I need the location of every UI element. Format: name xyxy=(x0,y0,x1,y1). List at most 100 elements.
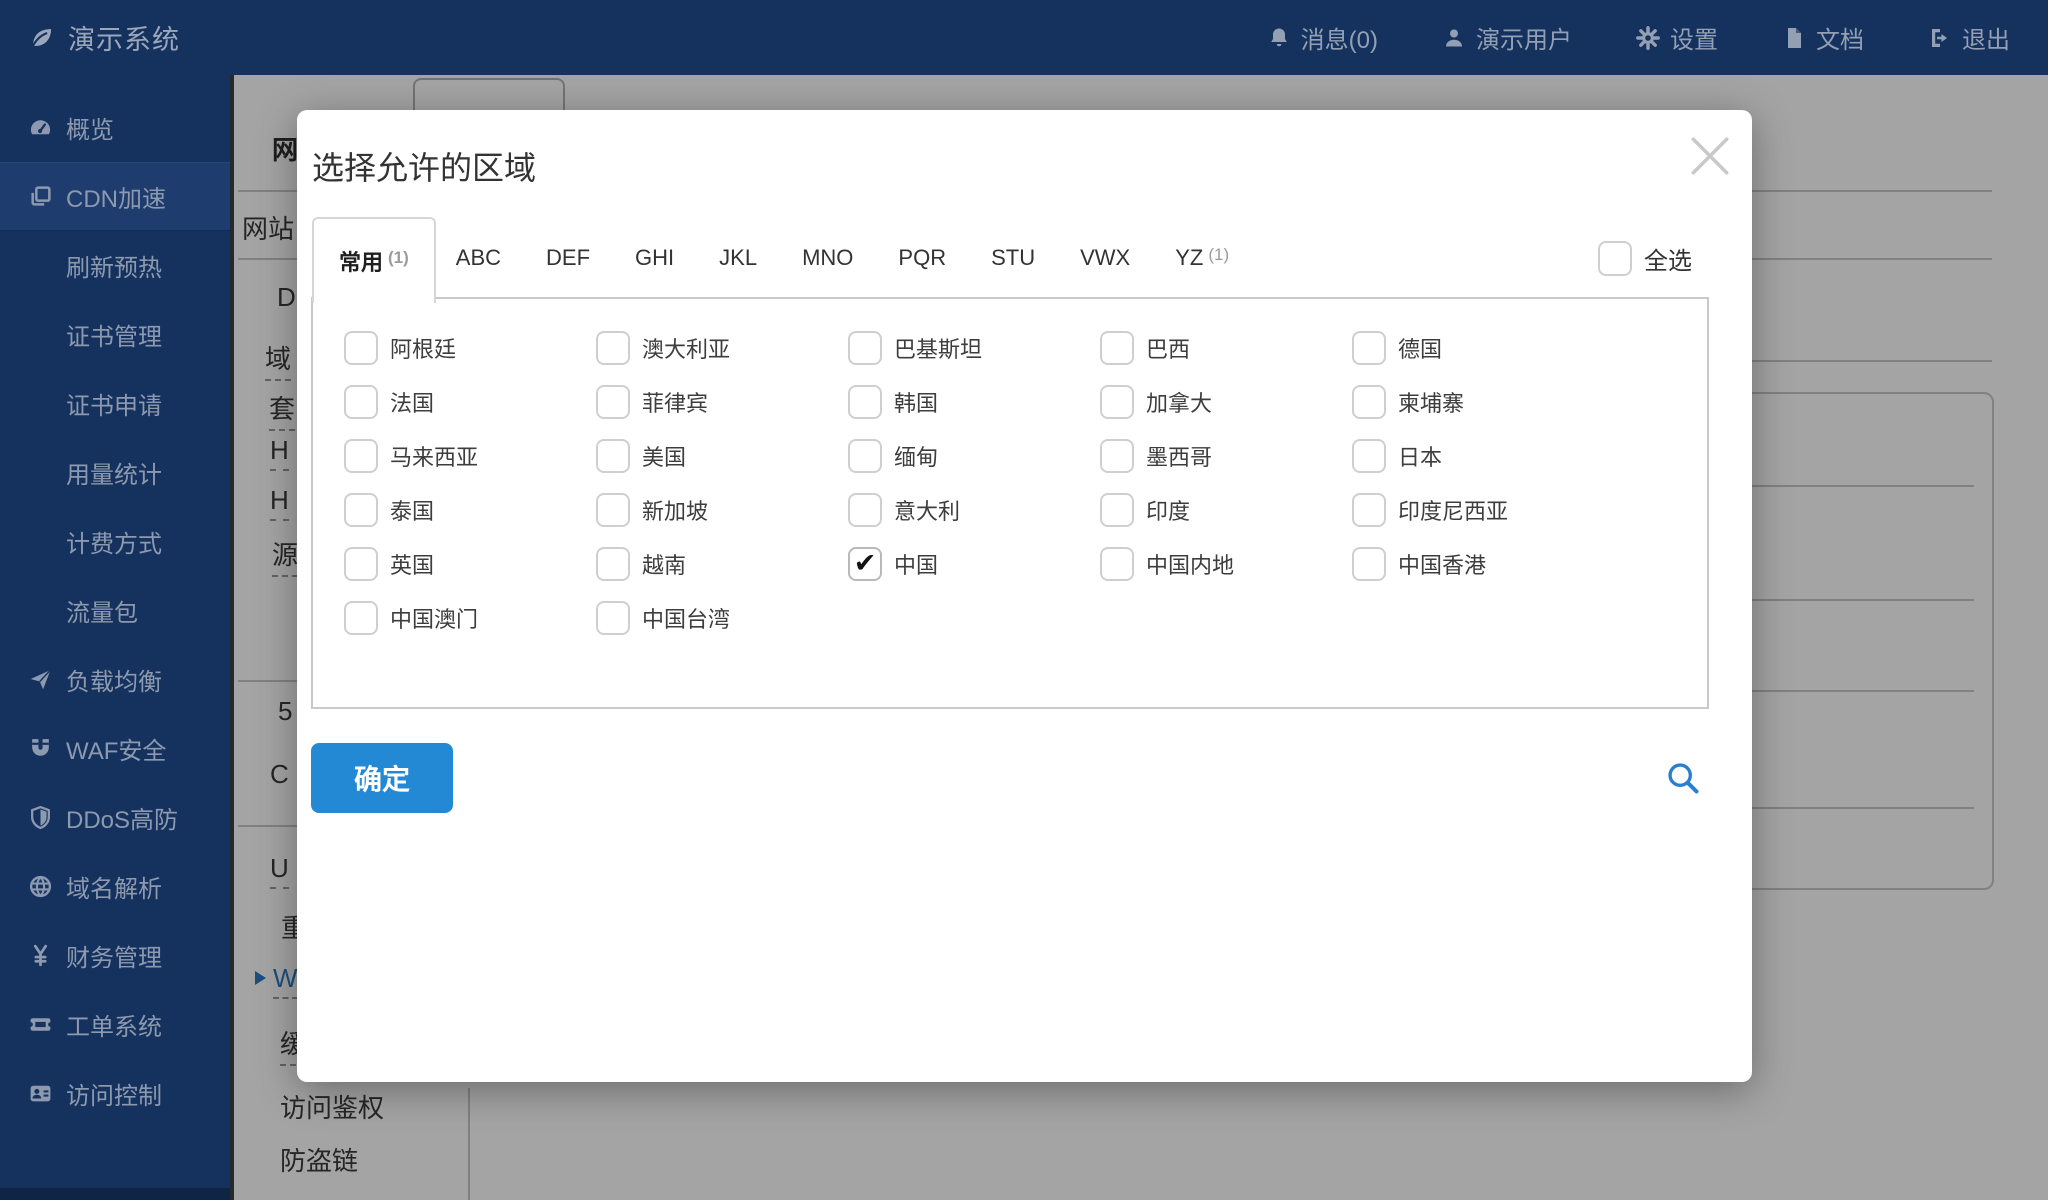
region-checkbox[interactable] xyxy=(1100,493,1134,527)
sidebar-item-label: 刷新预热 xyxy=(66,255,162,282)
sidebar-item[interactable]: 财务管理 xyxy=(0,921,230,990)
region-label: 菲律宾 xyxy=(642,391,709,416)
region-checkbox[interactable] xyxy=(596,331,630,365)
sidebar-footer xyxy=(0,1188,230,1200)
region-checkbox[interactable] xyxy=(344,547,378,581)
region-option: 新加坡 xyxy=(596,493,848,527)
sidebar-item-label: 负载均衡 xyxy=(66,669,162,696)
letter-tab[interactable]: VWX xyxy=(1080,217,1135,299)
close-icon[interactable] xyxy=(1686,132,1734,180)
region-option: 澳大利亚 xyxy=(596,331,848,365)
region-checkbox[interactable] xyxy=(1352,493,1386,527)
region-label: 韩国 xyxy=(894,391,939,416)
letter-tab[interactable]: YZ (1) xyxy=(1175,217,1229,299)
letter-tab[interactable]: JKL xyxy=(719,217,762,299)
region-checkbox[interactable] xyxy=(344,601,378,635)
globe-icon xyxy=(28,874,53,899)
region-option: 中国澳门 xyxy=(344,601,596,635)
region-checkbox[interactable] xyxy=(848,493,882,527)
topbar-item[interactable]: 退出 xyxy=(1928,20,2010,55)
region-option: 越南 xyxy=(596,547,848,581)
region-option: 缅甸 xyxy=(848,439,1100,473)
region-option: 巴基斯坦 xyxy=(848,331,1100,365)
region-checkbox[interactable] xyxy=(848,331,882,365)
app-logo: 演示系统 xyxy=(0,18,180,57)
region-option: 意大利 xyxy=(848,493,1100,527)
letter-tab[interactable]: DEF xyxy=(546,217,595,299)
yen-icon xyxy=(28,943,53,968)
region-checkbox[interactable] xyxy=(596,385,630,419)
region-checkbox[interactable] xyxy=(1352,385,1386,419)
region-checkbox[interactable] xyxy=(596,439,630,473)
sidebar-item[interactable]: 计费方式 xyxy=(0,507,230,576)
sidebar-item[interactable]: WAF安全 xyxy=(0,714,230,783)
sidebar-item[interactable]: 工单系统 xyxy=(0,990,230,1059)
sidebar-item[interactable]: 刷新预热 xyxy=(0,231,230,300)
sidebar-item-label: 工单系统 xyxy=(66,1014,162,1041)
region-label: 加拿大 xyxy=(1146,391,1213,416)
region-checkbox[interactable] xyxy=(848,385,882,419)
letter-tab[interactable]: MNO xyxy=(802,217,858,299)
topbar-menu: 消息(0) 演示用户 设置 文档 退出 xyxy=(1267,0,2010,75)
region-checkbox[interactable] xyxy=(344,385,378,419)
select-all-checkbox[interactable] xyxy=(1598,240,1632,276)
region-option: 中国台湾 xyxy=(596,601,848,635)
region-checkbox[interactable] xyxy=(1352,439,1386,473)
letter-tab[interactable]: 常用 (1) xyxy=(312,217,436,303)
region-checkbox[interactable] xyxy=(596,601,630,635)
sidebar-item-label: 流量包 xyxy=(66,600,138,627)
select-all-label: 全选 xyxy=(1644,247,1692,275)
region-checkbox[interactable] xyxy=(1100,331,1134,365)
region-checkbox[interactable] xyxy=(344,439,378,473)
region-checkbox[interactable] xyxy=(344,331,378,365)
sidebar-content-seam xyxy=(230,75,234,1200)
topbar-item-label: 设置 xyxy=(1670,27,1718,54)
region-select-dialog: 选择允许的区域 常用 (1) ABC DEF GHI JKL MNO PQR S… xyxy=(297,110,1752,1082)
user-icon xyxy=(1442,26,1466,50)
region-checkbox[interactable] xyxy=(596,493,630,527)
region-label: 澳大利亚 xyxy=(642,337,731,362)
sidebar-item[interactable]: 证书申请 xyxy=(0,369,230,438)
letter-tab[interactable]: GHI xyxy=(635,217,679,299)
topbar-item[interactable]: 文档 xyxy=(1782,20,1864,55)
sidebar-item[interactable]: 用量统计 xyxy=(0,438,230,507)
sidebar-item[interactable]: 负载均衡 xyxy=(0,645,230,714)
region-checkbox[interactable] xyxy=(1100,439,1134,473)
sidebar-item[interactable]: 证书管理 xyxy=(0,300,230,369)
sidebar-item-label: 证书申请 xyxy=(66,393,162,420)
sidebar-item[interactable]: CDN加速 xyxy=(0,162,230,231)
region-option: 法国 xyxy=(344,385,596,419)
sidebar-item[interactable]: 概览 xyxy=(0,93,230,162)
sidebar-item-label: 财务管理 xyxy=(66,945,162,972)
letter-tab[interactable]: STU xyxy=(991,217,1040,299)
region-label: 新加坡 xyxy=(642,499,709,524)
topbar-item[interactable]: 设置 xyxy=(1636,20,1718,55)
region-checkbox[interactable] xyxy=(848,439,882,473)
region-checkbox[interactable] xyxy=(848,547,882,581)
sidebar-item[interactable]: 域名解析 xyxy=(0,852,230,921)
region-checkbox[interactable] xyxy=(344,493,378,527)
sidebar-item[interactable]: DDoS高防 xyxy=(0,783,230,852)
region-checkbox[interactable] xyxy=(596,547,630,581)
topbar-item[interactable]: 演示用户 xyxy=(1442,20,1572,55)
region-checkbox[interactable] xyxy=(1352,331,1386,365)
search-icon[interactable] xyxy=(1665,760,1701,796)
sidebar-item-label: 证书管理 xyxy=(66,324,162,351)
sidebar-item[interactable]: 访问控制 xyxy=(0,1059,230,1128)
sidebar-item-label: DDoS高防 xyxy=(66,807,179,834)
shield-icon xyxy=(28,805,53,830)
region-checkbox[interactable] xyxy=(1100,385,1134,419)
region-option: 英国 xyxy=(344,547,596,581)
ticket-icon xyxy=(28,1012,53,1037)
doc-icon xyxy=(1782,26,1806,50)
confirm-button[interactable]: 确定 xyxy=(311,743,453,813)
region-checkbox[interactable] xyxy=(1352,547,1386,581)
letter-tab[interactable]: PQR xyxy=(898,217,951,299)
region-option: 加拿大 xyxy=(1100,385,1352,419)
region-label: 印度尼西亚 xyxy=(1398,499,1509,524)
sidebar-item[interactable]: 流量包 xyxy=(0,576,230,645)
letter-tab[interactable]: ABC xyxy=(456,217,506,299)
region-option: 韩国 xyxy=(848,385,1100,419)
topbar-item[interactable]: 消息(0) xyxy=(1267,20,1378,55)
region-checkbox[interactable] xyxy=(1100,547,1134,581)
